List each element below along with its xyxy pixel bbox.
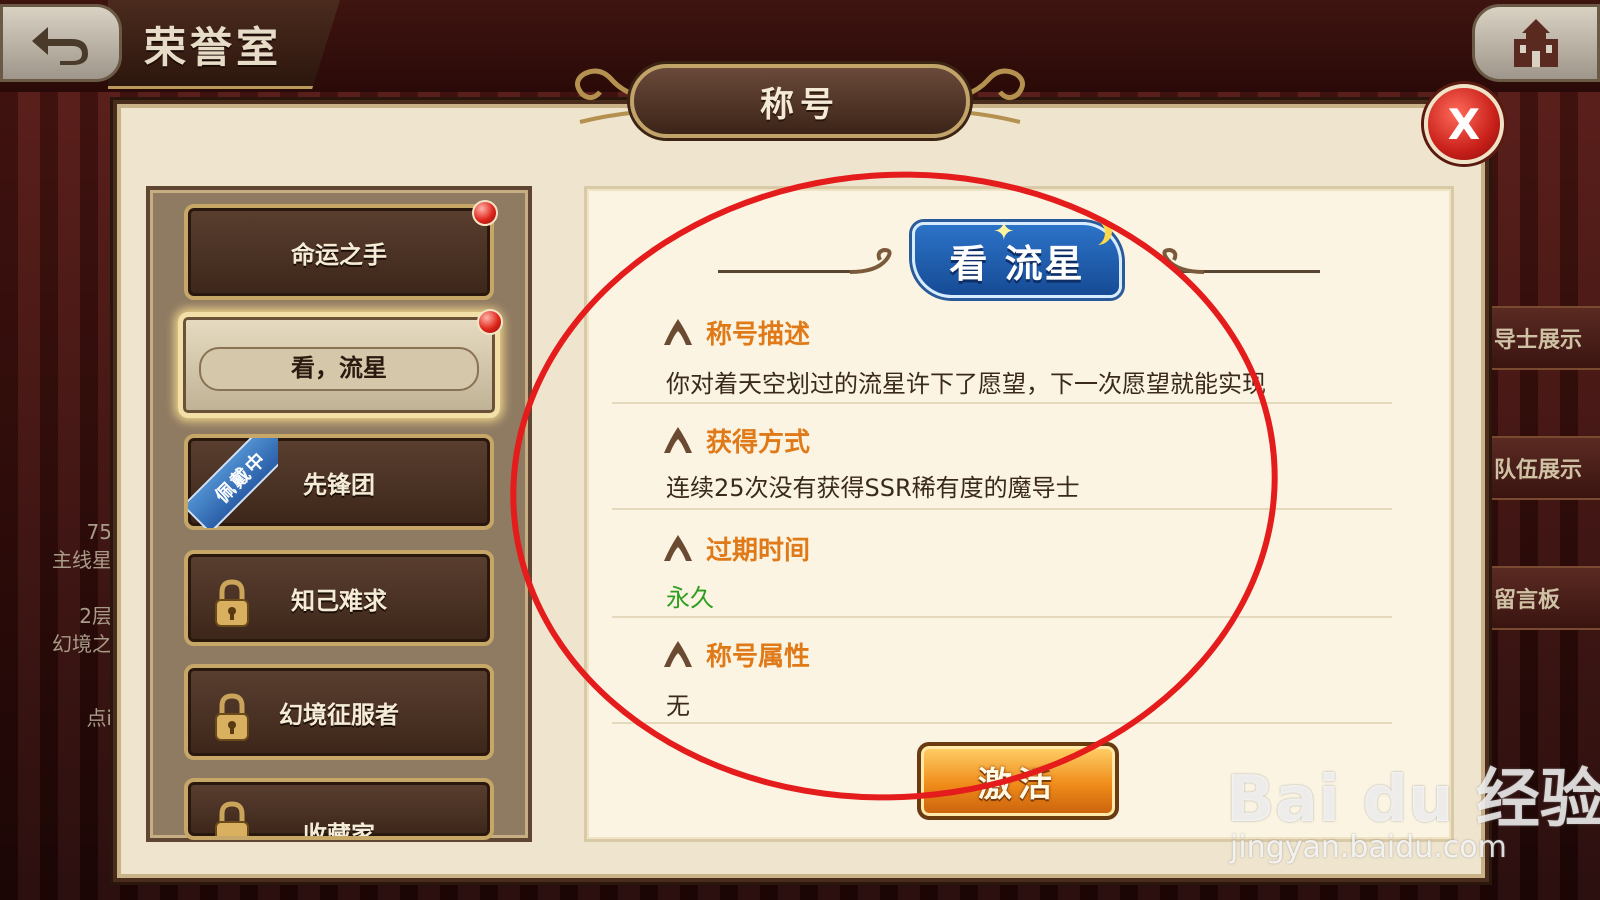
title-item-vanguard[interactable]: 佩戴中 先锋团: [184, 434, 494, 530]
title-item-label: 命运之手: [291, 240, 387, 269]
section-obtain-value: 连续25次没有获得SSR稀有度的魔导士: [666, 474, 1080, 502]
section-divider: [612, 402, 1392, 404]
section-title: 获得方式: [706, 428, 811, 458]
title-item-label: 收藏家: [303, 821, 375, 840]
title-item-collector[interactable]: 收藏家: [184, 778, 494, 840]
section-divider: [612, 616, 1392, 618]
castle-icon: [1514, 19, 1558, 67]
title-item-label: 先锋团: [303, 470, 375, 499]
moon-icon: [1077, 219, 1105, 247]
section-obtain-head: 获得方式: [660, 422, 810, 459]
wings-icon: [664, 640, 692, 667]
section-divider: [612, 722, 1392, 724]
side-tab-message-board[interactable]: 留言板: [1486, 566, 1600, 630]
back-arrow-icon: [32, 27, 88, 65]
activate-label: 激活: [978, 764, 1058, 805]
title-badge: ✦ 看 流星: [912, 217, 1122, 298]
watermark-url: jingyan.baidu.com: [1230, 830, 1507, 865]
stub-click: 点i: [86, 706, 112, 730]
decor-curl-left: [849, 247, 892, 274]
section-description-head: 称号描述: [660, 314, 810, 351]
home-button[interactable]: [1472, 4, 1600, 82]
section-expire-value: 永久: [666, 584, 714, 612]
wearing-badge: 佩戴中: [188, 438, 278, 528]
section-description-value: 你对着天空划过的流星许下了愿望，下一次愿望就能实现: [666, 370, 1266, 398]
section-divider: [612, 508, 1392, 510]
wings-icon: [664, 426, 692, 453]
section-title: 称号描述: [706, 320, 811, 350]
wings-icon: [664, 318, 692, 345]
title-item-soulmate[interactable]: 知己难求: [184, 550, 494, 646]
lock-icon: [215, 801, 249, 836]
decor-curl-right: [1162, 247, 1205, 274]
dialog-title: 称号: [760, 84, 840, 125]
side-tab-team-showcase[interactable]: 队伍展示: [1486, 436, 1600, 500]
title-item-label: 幻境征服者: [279, 700, 399, 729]
dialog-header: 称号: [630, 64, 970, 138]
page-title: 荣誉室: [144, 23, 283, 72]
section-expire-head: 过期时间: [660, 530, 810, 567]
stub-label: 主线星: [52, 548, 112, 572]
back-button[interactable]: [0, 4, 122, 82]
decor-line-left: [718, 270, 858, 273]
stub-number: 75: [86, 520, 112, 544]
side-tab-mage-showcase[interactable]: 导士展示: [1486, 306, 1600, 370]
lock-icon: [215, 693, 249, 741]
section-attribute-head: 称号属性: [660, 636, 810, 673]
title-item-fate-hand[interactable]: 命运之手: [184, 200, 498, 300]
title-item-label: 看，流星: [291, 353, 387, 382]
lock-icon: [215, 579, 249, 627]
new-dot-icon: [477, 309, 503, 335]
title-item-meteor[interactable]: 看，流星: [178, 309, 503, 418]
title-item-label: 知己难求: [291, 586, 387, 615]
close-button[interactable]: X: [1424, 84, 1504, 164]
new-dot-icon: [472, 200, 498, 226]
section-attribute-value: 无: [666, 692, 690, 720]
watermark-logo: Bai du 经验: [1226, 763, 1600, 837]
title-badge-text: 看 流星: [949, 241, 1085, 286]
section-title: 称号属性: [706, 642, 811, 672]
star-icon: ✦: [993, 217, 1015, 247]
stub-floor-label: 幻境之: [52, 632, 112, 656]
stub-floor: 2层: [79, 604, 112, 628]
title-item-illusion-conqueror[interactable]: 幻境征服者: [184, 664, 494, 760]
section-title: 过期时间: [706, 536, 811, 566]
wings-icon: [664, 534, 692, 561]
activate-button[interactable]: 激活: [917, 742, 1119, 820]
wearing-ribbon-wrap: 佩戴中: [188, 438, 278, 528]
